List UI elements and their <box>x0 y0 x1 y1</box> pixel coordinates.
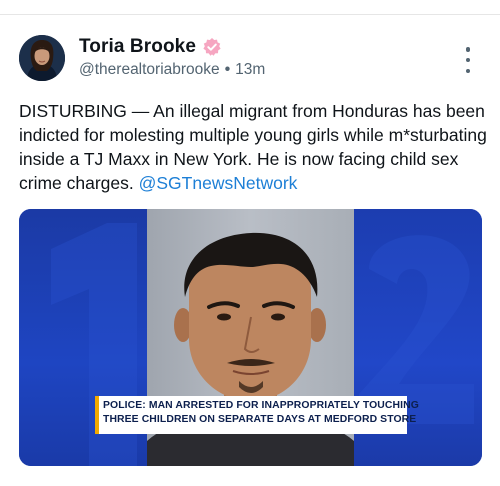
author-handle[interactable]: @therealtoriabrooke <box>79 61 220 79</box>
avatar[interactable] <box>19 35 65 81</box>
post-timestamp[interactable]: 13m <box>235 61 265 79</box>
news-chyron: POLICE: MAN ARRESTED FOR INAPPROPRIATELY… <box>95 396 419 434</box>
more-vertical-icon[interactable] <box>458 47 478 73</box>
post-card[interactable]: Toria Brooke @therealtoriabrooke • 13m D… <box>0 15 500 486</box>
meta-separator: • <box>224 61 231 78</box>
post-image[interactable]: POLICE: MAN ARRESTED FOR INAPPROPRIATELY… <box>19 209 482 466</box>
mention-link[interactable]: @SGTnewsNetwork <box>139 173 298 193</box>
chyron-line-2: THREE CHILDREN ON SEPARATE DAYS AT MEDFO… <box>103 414 417 425</box>
author-name[interactable]: Toria Brooke <box>79 36 196 58</box>
chyron-line-1: POLICE: MAN ARRESTED FOR INAPPROPRIATELY… <box>103 400 419 411</box>
post-text: DISTURBING — An illegal migrant from Hon… <box>19 99 489 195</box>
author-block: Toria Brooke @therealtoriabrooke • 13m <box>79 36 265 79</box>
verified-badge-icon <box>202 37 222 57</box>
